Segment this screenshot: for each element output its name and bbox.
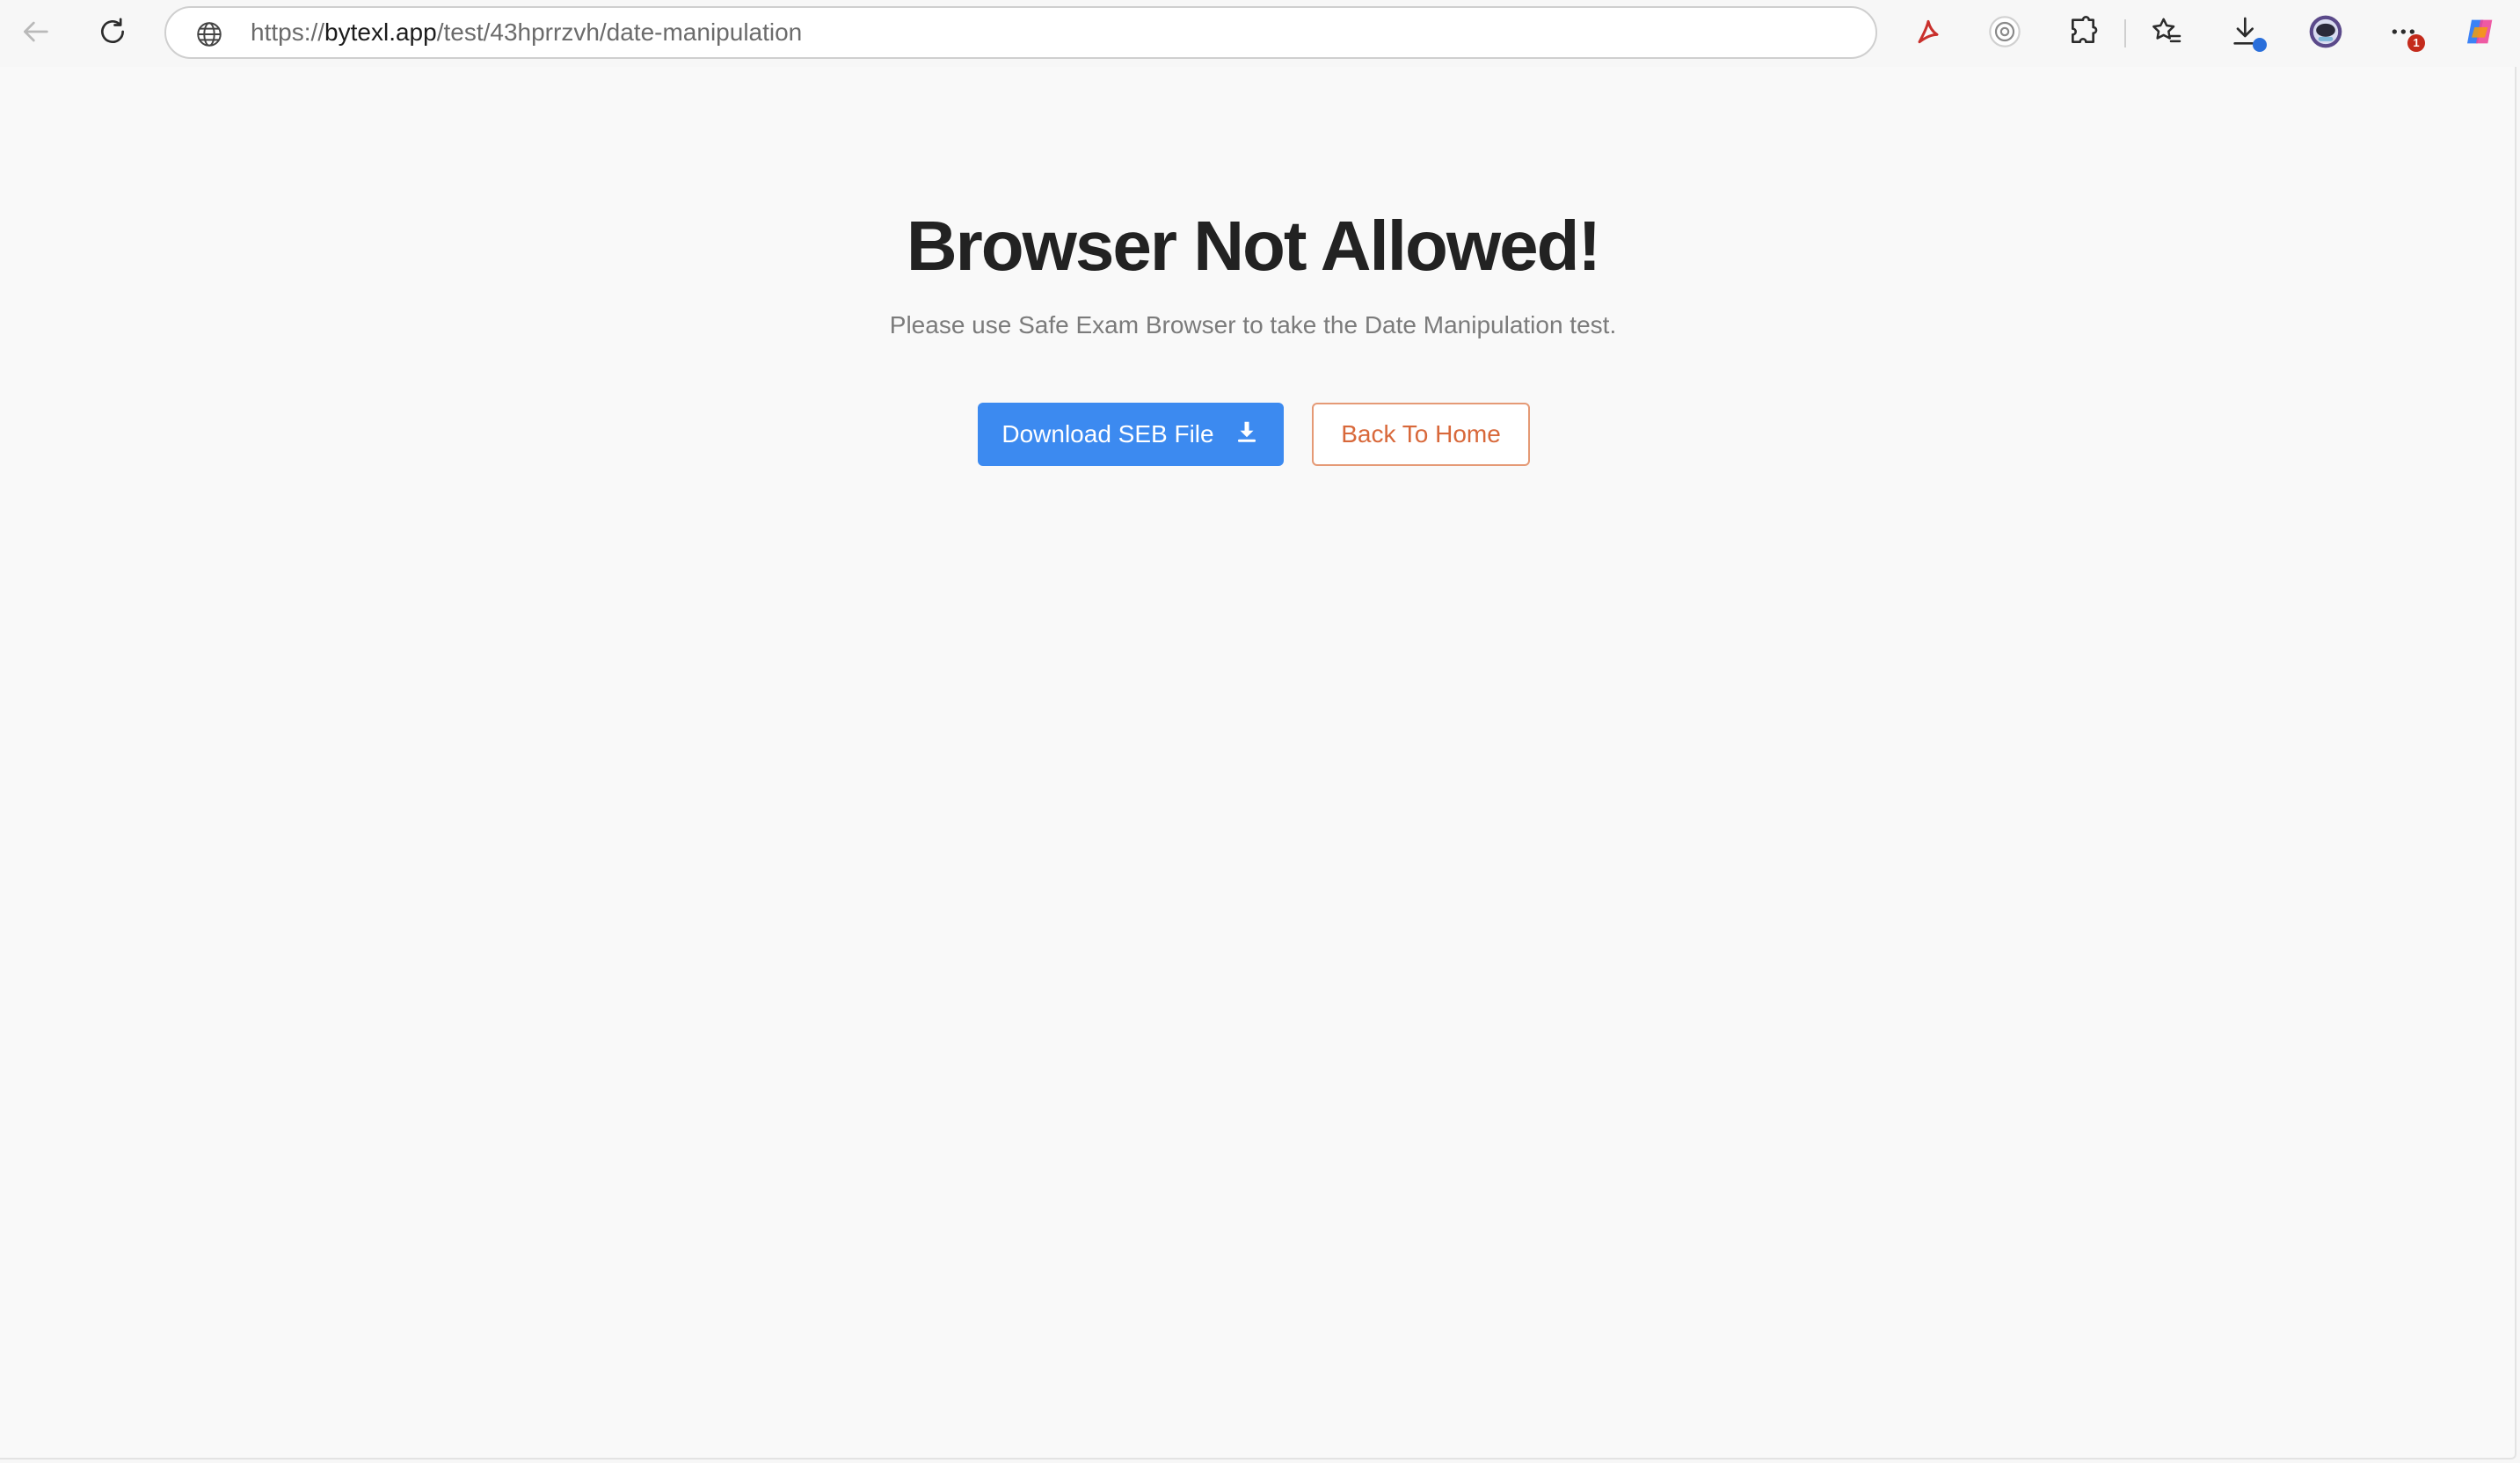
- back-to-home-button[interactable]: Back To Home: [1312, 403, 1530, 466]
- extensions-button[interactable]: [2061, 11, 2105, 55]
- favorites-button[interactable]: [2145, 11, 2189, 55]
- download-seb-file-label: Download SEB File: [1001, 420, 1214, 448]
- reload-icon: [95, 14, 130, 54]
- url-path: /test/43hprrzvh/date-manipulation: [436, 18, 803, 46]
- profile-icon: [2308, 14, 2343, 54]
- back-to-home-label: Back To Home: [1341, 420, 1501, 448]
- more-badge: 1: [2407, 34, 2425, 52]
- url-text[interactable]: https://bytexl.app/test/43hprrzvh/date-m…: [251, 8, 802, 57]
- copilot-icon: [2463, 14, 2498, 54]
- back-icon: [18, 14, 53, 54]
- more-button[interactable]: 1: [2383, 11, 2427, 55]
- address-bar[interactable]: https://bytexl.app/test/43hprrzvh/date-m…: [164, 6, 1877, 59]
- download-seb-file-button[interactable]: Download SEB File: [978, 403, 1284, 466]
- url-scheme: https://: [251, 18, 325, 46]
- back-button[interactable]: [14, 12, 56, 55]
- copilot-button[interactable]: [2458, 11, 2502, 55]
- toolbar-separator: [2124, 19, 2126, 47]
- pdf-button[interactable]: [1906, 11, 1950, 55]
- browser-essentials-button[interactable]: [1983, 11, 2027, 55]
- page-viewport: Browser Not Allowed! Please use Safe Exa…: [0, 67, 2516, 1459]
- browser-toolbar: https://bytexl.app/test/43hprrzvh/date-m…: [0, 0, 2520, 67]
- page-title: Browser Not Allowed!: [906, 207, 1601, 285]
- globe-icon: [194, 19, 224, 49]
- profile-button[interactable]: [2304, 11, 2348, 55]
- page-subtitle: Please use Safe Exam Browser to take the…: [889, 311, 1617, 338]
- download-icon: [1234, 419, 1260, 451]
- pdf-icon: [1911, 14, 1946, 54]
- reload-button[interactable]: [91, 12, 134, 55]
- downloads-button[interactable]: [2225, 11, 2269, 55]
- extensions-icon: [2065, 14, 2101, 54]
- browser-essentials-icon: [1987, 14, 2022, 54]
- downloads-badge: [2253, 38, 2267, 52]
- url-host: bytexl.app: [324, 18, 437, 46]
- favorites-icon: [2149, 14, 2184, 54]
